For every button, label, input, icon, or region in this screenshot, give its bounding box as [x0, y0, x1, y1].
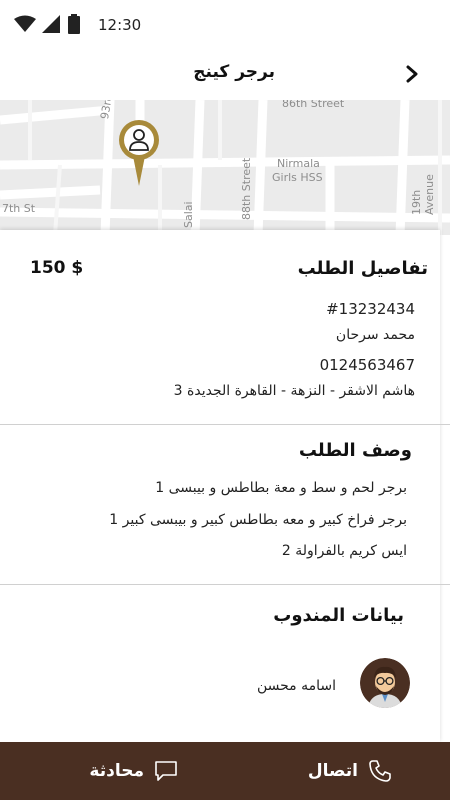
customer-address: هاشم الاشقر - النزهة - القاهرة الجديدة 3	[173, 383, 415, 399]
map-street-label: Salai	[182, 201, 195, 228]
app-header: برجر كينج	[0, 50, 450, 100]
customer-name: محمد سرحان	[335, 327, 415, 343]
status-time: 12:30	[98, 16, 142, 34]
map-view[interactable]: 86th Street 93rd St Nirmala Girls HSS 88…	[0, 100, 450, 235]
phone-icon	[369, 760, 391, 782]
wifi-icon	[14, 15, 36, 32]
map-street-label: 19th Avenue	[410, 174, 436, 215]
bottom-action-bar: اتصال محادثة	[0, 742, 450, 800]
chevron-right-icon[interactable]	[402, 64, 422, 84]
order-price: 150 $	[30, 258, 84, 278]
order-item: برجر فراخ كبير و معه بطاطس كبير و بيبسى …	[109, 512, 407, 528]
order-item: برجر لحم و سط و معة بطاطس و بيبسى 1	[155, 480, 407, 496]
order-description-title: وصف الطلب	[298, 440, 412, 461]
delegate-title: بيانات المندوب	[273, 605, 404, 626]
status-icons	[14, 14, 80, 34]
customer-phone[interactable]: 0124563467	[320, 356, 415, 374]
map-street-label: 86th Street	[282, 100, 345, 110]
call-button-label: اتصال	[307, 761, 358, 781]
chat-button-label: محادثة	[89, 761, 144, 781]
avatar	[360, 658, 410, 708]
map-street-label: 7th St	[2, 202, 36, 215]
divider	[0, 424, 450, 425]
map-roads	[0, 100, 450, 235]
map-street-label: Nirmala	[277, 157, 320, 170]
call-button[interactable]: اتصال	[308, 742, 392, 800]
order-details-title: تفاصيل الطلب	[297, 258, 428, 279]
map-street-label: Girls HSS	[272, 171, 323, 184]
chat-button[interactable]: محادثة	[89, 742, 178, 800]
chat-icon	[155, 761, 177, 781]
signal-icon	[42, 15, 60, 33]
location-pin-icon	[119, 120, 159, 186]
page-title: برجر كينج	[193, 62, 275, 82]
order-number: #13232434	[326, 300, 415, 318]
order-item: ايس كريم بالفراولة 2	[281, 543, 407, 559]
map-street-label: 88th Street	[240, 157, 253, 220]
divider	[0, 584, 450, 585]
status-bar: 12:30	[0, 0, 450, 50]
battery-icon	[68, 14, 80, 34]
delegate-name: اسامه محسن	[256, 678, 336, 694]
